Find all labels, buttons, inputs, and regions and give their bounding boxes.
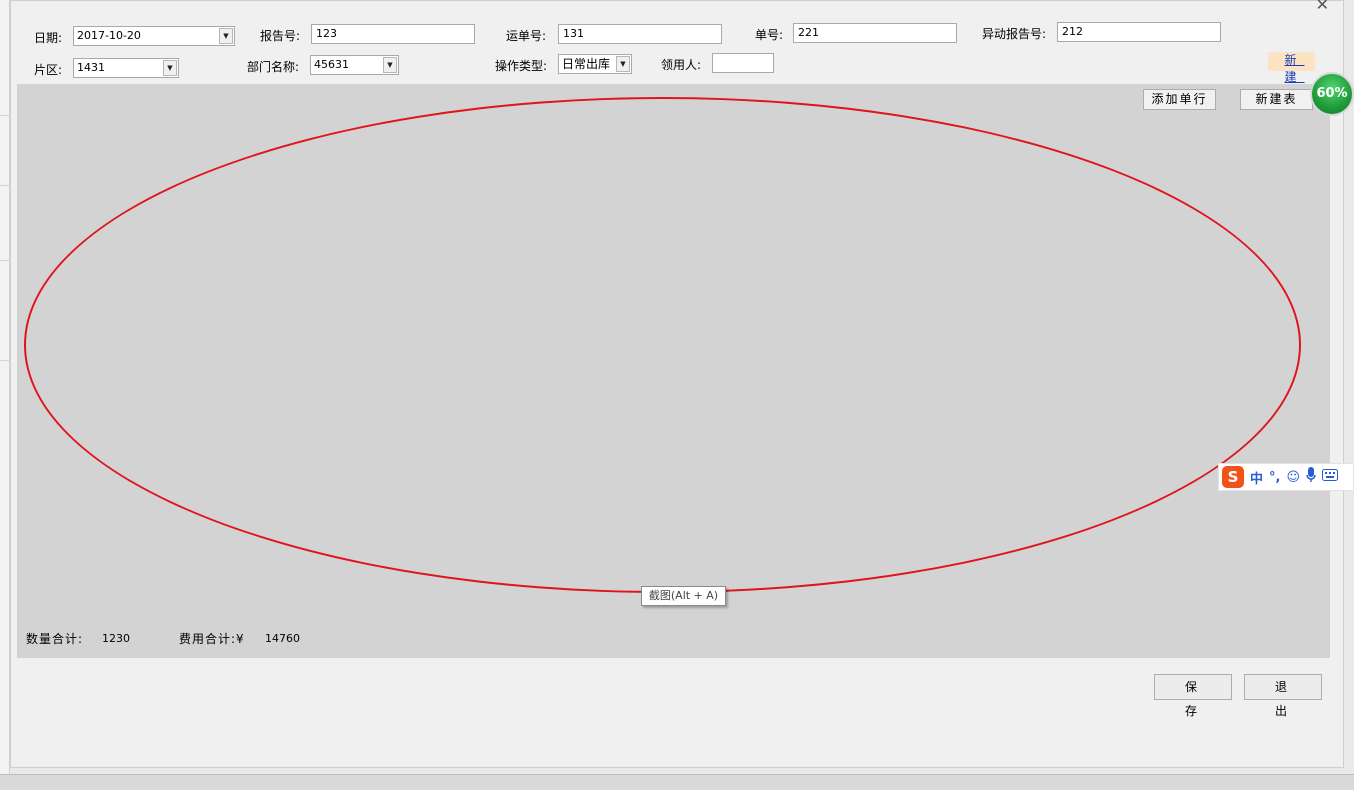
area-select[interactable]: 1431 ▼ — [73, 58, 179, 78]
report-no-label: 报告号: — [260, 29, 301, 43]
red-annotation-ellipse — [24, 97, 1301, 593]
close-icon[interactable]: ✕ — [1316, 0, 1329, 14]
area-value: 1431 — [77, 61, 105, 74]
bottom-border — [0, 774, 1354, 790]
progress-badge[interactable]: 60% — [1310, 72, 1354, 116]
date-value: 2017-10-20 — [77, 29, 141, 42]
waybill-input[interactable]: 131 — [558, 24, 722, 44]
qty-total-label: 数量合计: — [26, 632, 84, 646]
smiley-icon[interactable]: ☺ — [1286, 470, 1300, 485]
side-tab-1[interactable] — [0, 20, 10, 116]
keyboard-icon[interactable] — [1322, 469, 1339, 485]
op-type-value: 日常出库 — [562, 57, 611, 71]
dept-select[interactable]: 45631 ▼ — [310, 55, 399, 75]
qty-total-value: 1230 — [102, 632, 130, 645]
date-label: 日期: — [34, 31, 63, 45]
chevron-down-icon[interactable]: ▼ — [163, 60, 177, 76]
cost-total-value: 14760 — [265, 632, 300, 645]
left-side-tabs — [0, 0, 10, 789]
microphone-icon[interactable] — [1306, 467, 1316, 487]
date-picker[interactable]: 2017-10-20 ▼ — [73, 26, 235, 46]
cost-total-label: 费用合计:¥ — [179, 632, 245, 646]
dept-value: 45631 — [314, 58, 349, 71]
save-button[interactable]: 保 存 — [1154, 674, 1232, 718]
ime-toolbar: S 中 °, ☺ — [1218, 463, 1354, 491]
receiver-label: 领用人: — [661, 58, 702, 72]
side-tab-3[interactable] — [0, 185, 10, 261]
report-no-input[interactable]: 123 — [311, 24, 475, 44]
exit-button[interactable]: 退 出 — [1244, 674, 1322, 718]
abnormal-report-label: 异动报告号: — [982, 27, 1047, 41]
op-type-select[interactable]: 日常出库 ▼ — [558, 54, 632, 74]
chevron-down-icon[interactable]: ▼ — [616, 56, 630, 72]
add-row-button[interactable]: 添加单行 — [1143, 89, 1216, 110]
screenshot-tooltip: 截图(Alt + A) — [641, 586, 726, 606]
side-tab-2[interactable] — [0, 115, 10, 186]
chevron-down-icon[interactable]: ▼ — [383, 57, 397, 73]
ime-logo-icon[interactable]: S — [1222, 466, 1244, 488]
side-tab-4[interactable] — [0, 260, 10, 361]
order-no-label: 单号: — [755, 28, 784, 42]
receiver-input[interactable] — [712, 53, 774, 73]
ime-language-toggle[interactable]: 中 — [1250, 468, 1263, 487]
order-no-input[interactable]: 221 — [793, 23, 957, 43]
op-type-label: 操作类型: — [495, 59, 548, 73]
new-table-button[interactable]: 新建表 — [1240, 89, 1313, 110]
dept-label: 部门名称: — [247, 60, 300, 74]
area-label: 片区: — [34, 63, 63, 77]
ime-punctuation-toggle[interactable]: °, — [1269, 470, 1280, 485]
new-link[interactable]: 新 建 — [1268, 52, 1315, 84]
waybill-label: 运单号: — [506, 29, 547, 43]
chevron-down-icon[interactable]: ▼ — [219, 28, 233, 44]
abnormal-report-input[interactable]: 212 — [1057, 22, 1221, 42]
